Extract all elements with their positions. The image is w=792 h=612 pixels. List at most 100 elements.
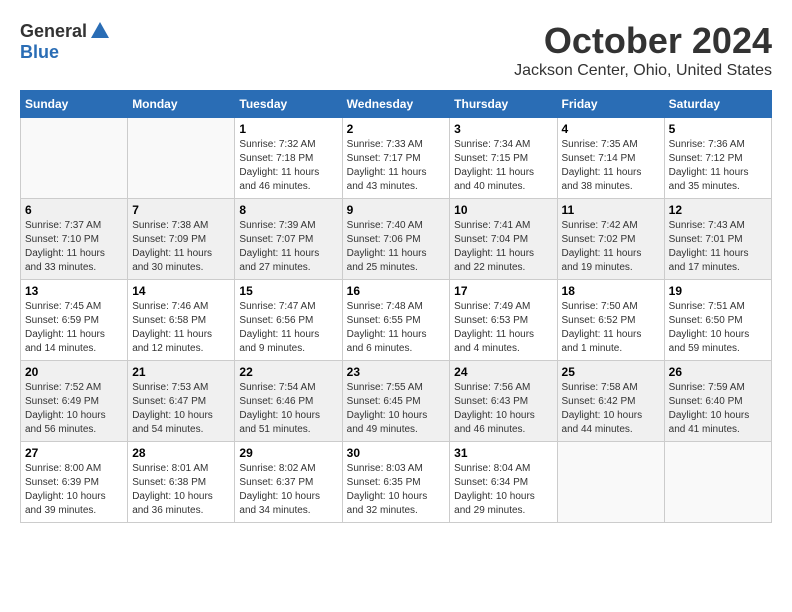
calendar-cell: 11 Sunrise: 7:42 AMSunset: 7:02 PMDayligh… [557,199,664,280]
day-number: 27 [25,446,123,460]
calendar-cell: 30 Sunrise: 8:03 AMSunset: 6:35 PMDayligh… [342,442,450,523]
day-info: Sunrise: 8:01 AMSunset: 6:38 PMDaylight:… [132,462,230,518]
day-number: 17 [454,284,552,298]
day-number: 20 [25,365,123,379]
day-info: Sunrise: 7:46 AMSunset: 6:58 PMDaylight:… [132,300,230,356]
day-number: 22 [239,365,337,379]
calendar-cell: 13 Sunrise: 7:45 AMSunset: 6:59 PMDayligh… [21,280,128,361]
header-thursday: Thursday [450,91,557,118]
day-info: Sunrise: 7:41 AMSunset: 7:04 PMDaylight:… [454,219,552,275]
calendar-cell: 1Sunrise: 7:32 AMSunset: 7:18 PMDaylight… [235,118,342,199]
day-info: Sunrise: 7:50 AMSunset: 6:52 PMDaylight:… [562,300,660,356]
logo: General Blue [20,20,111,63]
day-number: 13 [25,284,123,298]
calendar-cell: 22 Sunrise: 7:54 AMSunset: 6:46 PMDayligh… [235,361,342,442]
header-wednesday: Wednesday [342,91,450,118]
header-sunday: Sunday [21,91,128,118]
calendar-cell: 29 Sunrise: 8:02 AMSunset: 6:37 PMDayligh… [235,442,342,523]
logo-icon [89,20,111,42]
day-info: Sunrise: 7:45 AMSunset: 6:59 PMDaylight:… [25,300,123,356]
page-header: General Blue October 2024 Jackson Center… [20,20,772,80]
day-info: Sunrise: 7:58 AMSunset: 6:42 PMDaylight:… [562,381,660,437]
day-number: 10 [454,203,552,217]
day-number: 30 [347,446,446,460]
day-number: 18 [562,284,660,298]
calendar-cell: 31 Sunrise: 8:04 AMSunset: 6:34 PMDayligh… [450,442,557,523]
day-number: 21 [132,365,230,379]
day-number: 31 [454,446,552,460]
day-number: 28 [132,446,230,460]
day-info: Sunrise: 7:55 AMSunset: 6:45 PMDaylight:… [347,381,446,437]
day-number: 6 [25,203,123,217]
day-info: Sunrise: 7:37 AMSunset: 7:10 PMDaylight:… [25,219,123,275]
day-number: 8 [239,203,337,217]
day-info: Sunrise: 7:39 AMSunset: 7:07 PMDaylight:… [239,219,337,275]
day-info: Sunrise: 7:53 AMSunset: 6:47 PMDaylight:… [132,381,230,437]
calendar-cell: 9Sunrise: 7:40 AMSunset: 7:06 PMDaylight… [342,199,450,280]
day-info: Sunrise: 7:47 AMSunset: 6:56 PMDaylight:… [239,300,337,356]
day-info: Sunrise: 7:51 AMSunset: 6:50 PMDaylight:… [669,300,767,356]
day-info: Sunrise: 7:48 AMSunset: 6:55 PMDaylight:… [347,300,446,356]
header-saturday: Saturday [664,91,771,118]
calendar-cell: 27 Sunrise: 8:00 AMSunset: 6:39 PMDayligh… [21,442,128,523]
calendar-cell: 3 Sunrise: 7:34 AMSunset: 7:15 PMDaylight… [450,118,557,199]
logo-blue: Blue [20,42,59,62]
calendar-cell [557,442,664,523]
calendar-cell: 12 Sunrise: 7:43 AMSunset: 7:01 PMDayligh… [664,199,771,280]
calendar-cell: 5Sunrise: 7:36 AMSunset: 7:12 PMDaylight… [664,118,771,199]
day-number: 11 [562,203,660,217]
day-info: Sunrise: 8:03 AMSunset: 6:35 PMDaylight:… [347,462,446,518]
day-info: Sunrise: 7:42 AMSunset: 7:02 PMDaylight:… [562,219,660,275]
calendar-cell: 4 Sunrise: 7:35 AMSunset: 7:14 PMDaylight… [557,118,664,199]
calendar-cell: 16 Sunrise: 7:48 AMSunset: 6:55 PMDayligh… [342,280,450,361]
calendar-cell: 26Sunrise: 7:59 AMSunset: 6:40 PMDayligh… [664,361,771,442]
calendar-cell: 7Sunrise: 7:38 AMSunset: 7:09 PMDaylight… [128,199,235,280]
day-number: 5 [669,122,767,136]
day-info: Sunrise: 8:02 AMSunset: 6:37 PMDaylight:… [239,462,337,518]
calendar-week-row: 20 Sunrise: 7:52 AMSunset: 6:49 PMDayligh… [21,361,772,442]
calendar-week-row: 13 Sunrise: 7:45 AMSunset: 6:59 PMDayligh… [21,280,772,361]
calendar-cell: 2 Sunrise: 7:33 AMSunset: 7:17 PMDaylight… [342,118,450,199]
calendar-cell: 21 Sunrise: 7:53 AMSunset: 6:47 PMDayligh… [128,361,235,442]
calendar-week-row: 6 Sunrise: 7:37 AMSunset: 7:10 PMDaylight… [21,199,772,280]
calendar-header-row: Sunday Monday Tuesday Wednesday Thursday… [21,91,772,118]
calendar-cell: 10 Sunrise: 7:41 AMSunset: 7:04 PMDayligh… [450,199,557,280]
calendar-cell: 20 Sunrise: 7:52 AMSunset: 6:49 PMDayligh… [21,361,128,442]
day-info: Sunrise: 7:54 AMSunset: 6:46 PMDaylight:… [239,381,337,437]
day-number: 9 [347,203,446,217]
day-info: Sunrise: 7:49 AMSunset: 6:53 PMDaylight:… [454,300,552,356]
header-friday: Friday [557,91,664,118]
day-info: Sunrise: 8:00 AMSunset: 6:39 PMDaylight:… [25,462,123,518]
day-number: 29 [239,446,337,460]
page-title: October 2024 [514,20,772,62]
day-number: 2 [347,122,446,136]
logo-general: General [20,21,87,42]
day-info: Sunrise: 7:56 AMSunset: 6:43 PMDaylight:… [454,381,552,437]
day-number: 3 [454,122,552,136]
calendar-cell: 24Sunrise: 7:56 AMSunset: 6:43 PMDayligh… [450,361,557,442]
day-info: Sunrise: 8:04 AMSunset: 6:34 PMDaylight:… [454,462,552,518]
day-number: 25 [562,365,660,379]
day-info: Sunrise: 7:52 AMSunset: 6:49 PMDaylight:… [25,381,123,437]
calendar-week-row: 1Sunrise: 7:32 AMSunset: 7:18 PMDaylight… [21,118,772,199]
day-number: 16 [347,284,446,298]
day-info: Sunrise: 7:33 AMSunset: 7:17 PMDaylight:… [347,138,446,194]
calendar-cell: 14Sunrise: 7:46 AMSunset: 6:58 PMDayligh… [128,280,235,361]
calendar-cell: 19 Sunrise: 7:51 AMSunset: 6:50 PMDayligh… [664,280,771,361]
day-number: 12 [669,203,767,217]
calendar-cell: 17 Sunrise: 7:49 AMSunset: 6:53 PMDayligh… [450,280,557,361]
calendar-cell [21,118,128,199]
calendar-cell: 28 Sunrise: 8:01 AMSunset: 6:38 PMDayligh… [128,442,235,523]
calendar-cell: 25 Sunrise: 7:58 AMSunset: 6:42 PMDayligh… [557,361,664,442]
day-number: 4 [562,122,660,136]
day-info: Sunrise: 7:43 AMSunset: 7:01 PMDaylight:… [669,219,767,275]
title-section: October 2024 Jackson Center, Ohio, Unite… [514,20,772,80]
calendar-cell [664,442,771,523]
day-number: 19 [669,284,767,298]
day-info: Sunrise: 7:34 AMSunset: 7:15 PMDaylight:… [454,138,552,194]
calendar-cell: 18 Sunrise: 7:50 AMSunset: 6:52 PMDayligh… [557,280,664,361]
calendar-cell [128,118,235,199]
day-info: Sunrise: 7:35 AMSunset: 7:14 PMDaylight:… [562,138,660,194]
day-number: 26 [669,365,767,379]
day-number: 15 [239,284,337,298]
